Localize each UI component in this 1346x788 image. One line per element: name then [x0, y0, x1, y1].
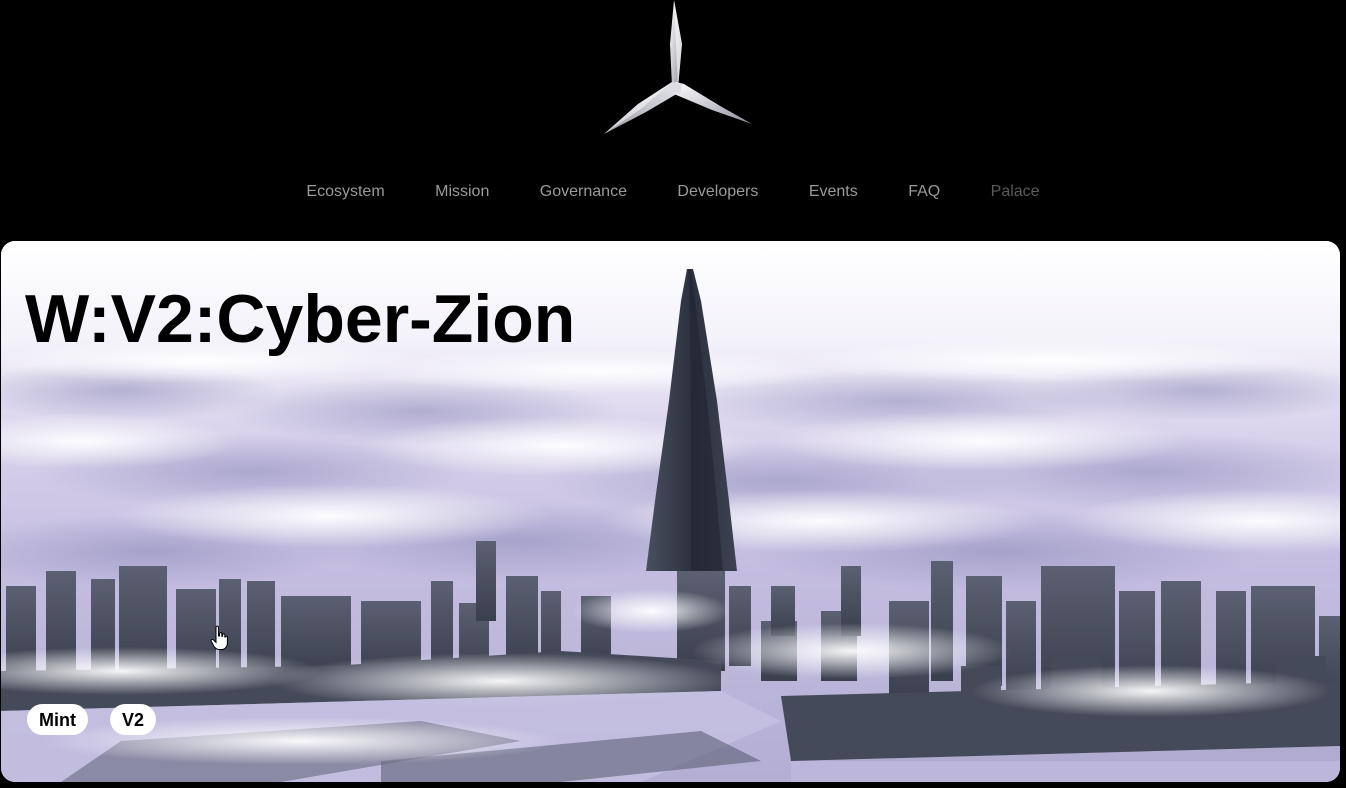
tag-v2[interactable]: V2 — [109, 704, 157, 735]
tri-blade-logo-icon[interactable] — [602, 0, 754, 136]
tag-mint[interactable]: Mint — [27, 704, 88, 735]
hand-pointer-icon — [210, 625, 228, 650]
nav-item-developers[interactable]: Developers — [677, 182, 758, 202]
nav-item-faq[interactable]: FAQ — [908, 182, 940, 202]
main-nav: Ecosystem Mission Governance Developers … — [0, 182, 1346, 202]
page-title: W:V2:Cyber-Zion — [25, 281, 576, 357]
nav-item-events[interactable]: Events — [809, 182, 858, 202]
nav-item-palace[interactable]: Palace — [991, 182, 1040, 202]
nav-item-mission[interactable]: Mission — [435, 182, 489, 202]
nav-item-governance[interactable]: Governance — [540, 182, 627, 202]
tag-list: Mint V2 — [27, 704, 157, 735]
hero-card[interactable]: W:V2:Cyber-Zion Mint V2 — [1, 241, 1340, 782]
site-header: Ecosystem Mission Governance Developers … — [0, 0, 1346, 240]
nav-item-ecosystem[interactable]: Ecosystem — [306, 182, 384, 202]
